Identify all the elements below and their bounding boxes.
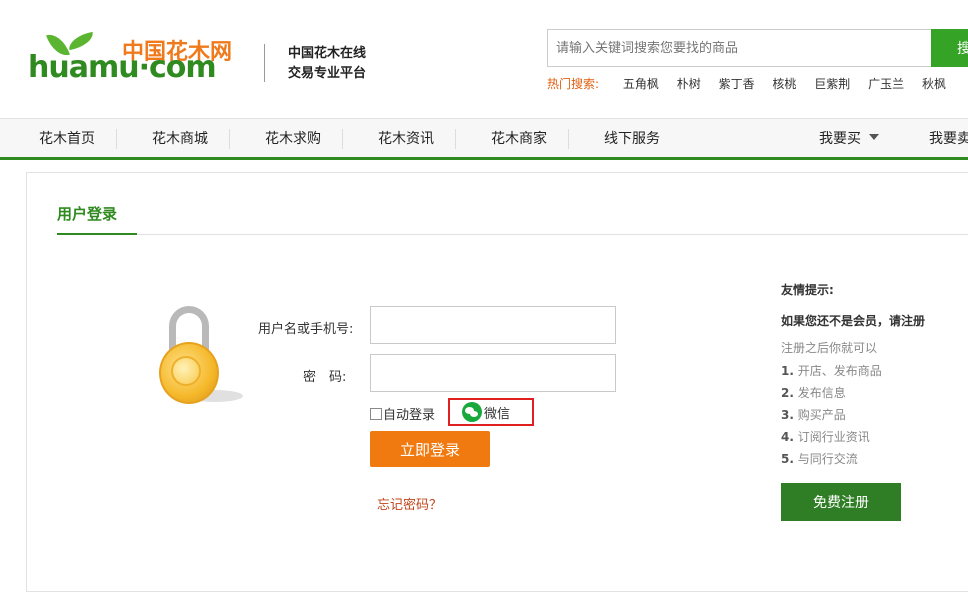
nav-buy-dropdown[interactable]: 我要买 bbox=[819, 119, 879, 158]
padlock-keyhole bbox=[171, 356, 201, 386]
hot-keyword[interactable]: 五角枫 bbox=[623, 77, 659, 91]
tips-item: 2. 发布信息 bbox=[781, 386, 968, 400]
wechat-label: 微信 bbox=[484, 406, 511, 422]
nav-news[interactable]: 花木资讯 bbox=[378, 119, 434, 158]
search-button[interactable]: 搜 bbox=[931, 29, 968, 67]
auto-login-checkbox[interactable] bbox=[370, 407, 382, 420]
logo-divider bbox=[264, 44, 265, 82]
caret-down-icon bbox=[869, 134, 879, 140]
nav-merchants[interactable]: 花木商家 bbox=[491, 119, 547, 158]
wechat-icon bbox=[462, 402, 482, 422]
password-label: 密 码: bbox=[303, 370, 347, 385]
main-nav: 花木首页 花木商城 花木求购 花木资讯 花木商家 线下服务 我要买 我要卖 bbox=[0, 118, 968, 160]
login-panel: 用户登录 用户名或手机号: 密 码: 自动登录 微信 立即登录 忘记密码？ 友情… bbox=[26, 172, 968, 592]
slogan-line-1: 中国花木在线 bbox=[288, 46, 367, 61]
username-input[interactable] bbox=[370, 306, 616, 344]
tips-item-number: 1. bbox=[781, 364, 794, 378]
friendly-tips: 友情提示: 如果您还不是会员，请注册 注册之后你就可以 1. 开店、发布商品 2… bbox=[781, 281, 968, 474]
nav-sell[interactable]: 我要卖 bbox=[929, 119, 968, 158]
hot-keyword[interactable]: 巨紫荆 bbox=[814, 77, 850, 91]
tips-item: 5. 与同行交流 bbox=[781, 452, 968, 466]
auto-login-option[interactable]: 自动登录 bbox=[370, 404, 435, 423]
wechat-bubble bbox=[470, 411, 478, 417]
tips-item-number: 2. bbox=[781, 386, 794, 400]
nav-separator bbox=[568, 129, 569, 149]
hot-keyword[interactable]: 广玉兰 bbox=[868, 77, 904, 91]
nav-separator bbox=[455, 129, 456, 149]
tips-item-text: 购买产品 bbox=[797, 408, 846, 422]
tab-underline bbox=[57, 233, 137, 235]
tips-item-text: 与同行交流 bbox=[797, 452, 858, 466]
username-label: 用户名或手机号: bbox=[258, 322, 354, 337]
free-register-button[interactable]: 免费注册 bbox=[781, 483, 901, 521]
nav-mall[interactable]: 花木商城 bbox=[152, 119, 208, 158]
tips-item-text: 发布信息 bbox=[797, 386, 846, 400]
tab-divider bbox=[137, 234, 968, 235]
tips-item: 3. 购买产品 bbox=[781, 408, 968, 422]
nav-separator bbox=[116, 129, 117, 149]
login-submit-button[interactable]: 立即登录 bbox=[370, 431, 490, 467]
tips-intro: 注册之后你就可以 bbox=[781, 341, 878, 355]
nav-separator bbox=[229, 129, 230, 149]
search-input[interactable] bbox=[547, 29, 931, 67]
hot-keyword[interactable]: 秋枫 bbox=[922, 77, 946, 91]
nav-purchase[interactable]: 花木求购 bbox=[265, 119, 321, 158]
login-tab-title: 用户登录 bbox=[57, 205, 118, 223]
padlock-icon bbox=[157, 306, 247, 406]
hot-keyword[interactable]: 核桃 bbox=[772, 77, 796, 91]
leaf-icon bbox=[66, 31, 96, 51]
tips-item-number: 3. bbox=[781, 408, 794, 422]
tips-item-number: 4. bbox=[781, 430, 794, 444]
password-input[interactable] bbox=[370, 354, 616, 392]
auto-login-label: 自动登录 bbox=[383, 408, 436, 423]
nav-buy-label: 我要买 bbox=[819, 131, 861, 147]
nav-offline-service[interactable]: 线下服务 bbox=[604, 119, 660, 158]
wechat-login-button[interactable]: 微信 bbox=[448, 398, 534, 426]
hot-keyword[interactable]: 朴树 bbox=[677, 77, 701, 91]
tips-item: 1. 开店、发布商品 bbox=[781, 364, 968, 378]
nav-home[interactable]: 花木首页 bbox=[39, 119, 95, 158]
hot-searches-label: 热门搜索: bbox=[547, 77, 600, 91]
tips-subtitle: 如果您还不是会员，请注册 bbox=[781, 314, 926, 328]
tips-title: 友情提示: bbox=[781, 283, 834, 297]
slogan-line-2: 交易专业平台 bbox=[288, 66, 367, 81]
nav-separator bbox=[342, 129, 343, 149]
forgot-password-link[interactable]: 忘记密码？ bbox=[377, 494, 442, 513]
logo-english-text: huamu·com bbox=[28, 50, 217, 85]
tips-item-text: 开店、发布商品 bbox=[797, 364, 882, 378]
tips-item-number: 5. bbox=[781, 452, 794, 466]
hot-searches: 热门搜索: 五角枫 朴树 紫丁香 核桃 巨紫荆 广玉兰 秋枫 bbox=[547, 75, 946, 92]
tips-item: 4. 订阅行业资讯 bbox=[781, 430, 968, 444]
site-header: 中国花木网 huamu·com 中国花木在线 交易专业平台 搜 热门搜索: 五角… bbox=[0, 0, 968, 118]
hot-keyword[interactable]: 紫丁香 bbox=[719, 77, 755, 91]
site-slogan: 中国花木在线 交易专业平台 bbox=[288, 44, 366, 84]
tips-item-text: 订阅行业资讯 bbox=[797, 430, 870, 444]
site-logo[interactable]: 中国花木网 huamu·com bbox=[28, 30, 248, 86]
